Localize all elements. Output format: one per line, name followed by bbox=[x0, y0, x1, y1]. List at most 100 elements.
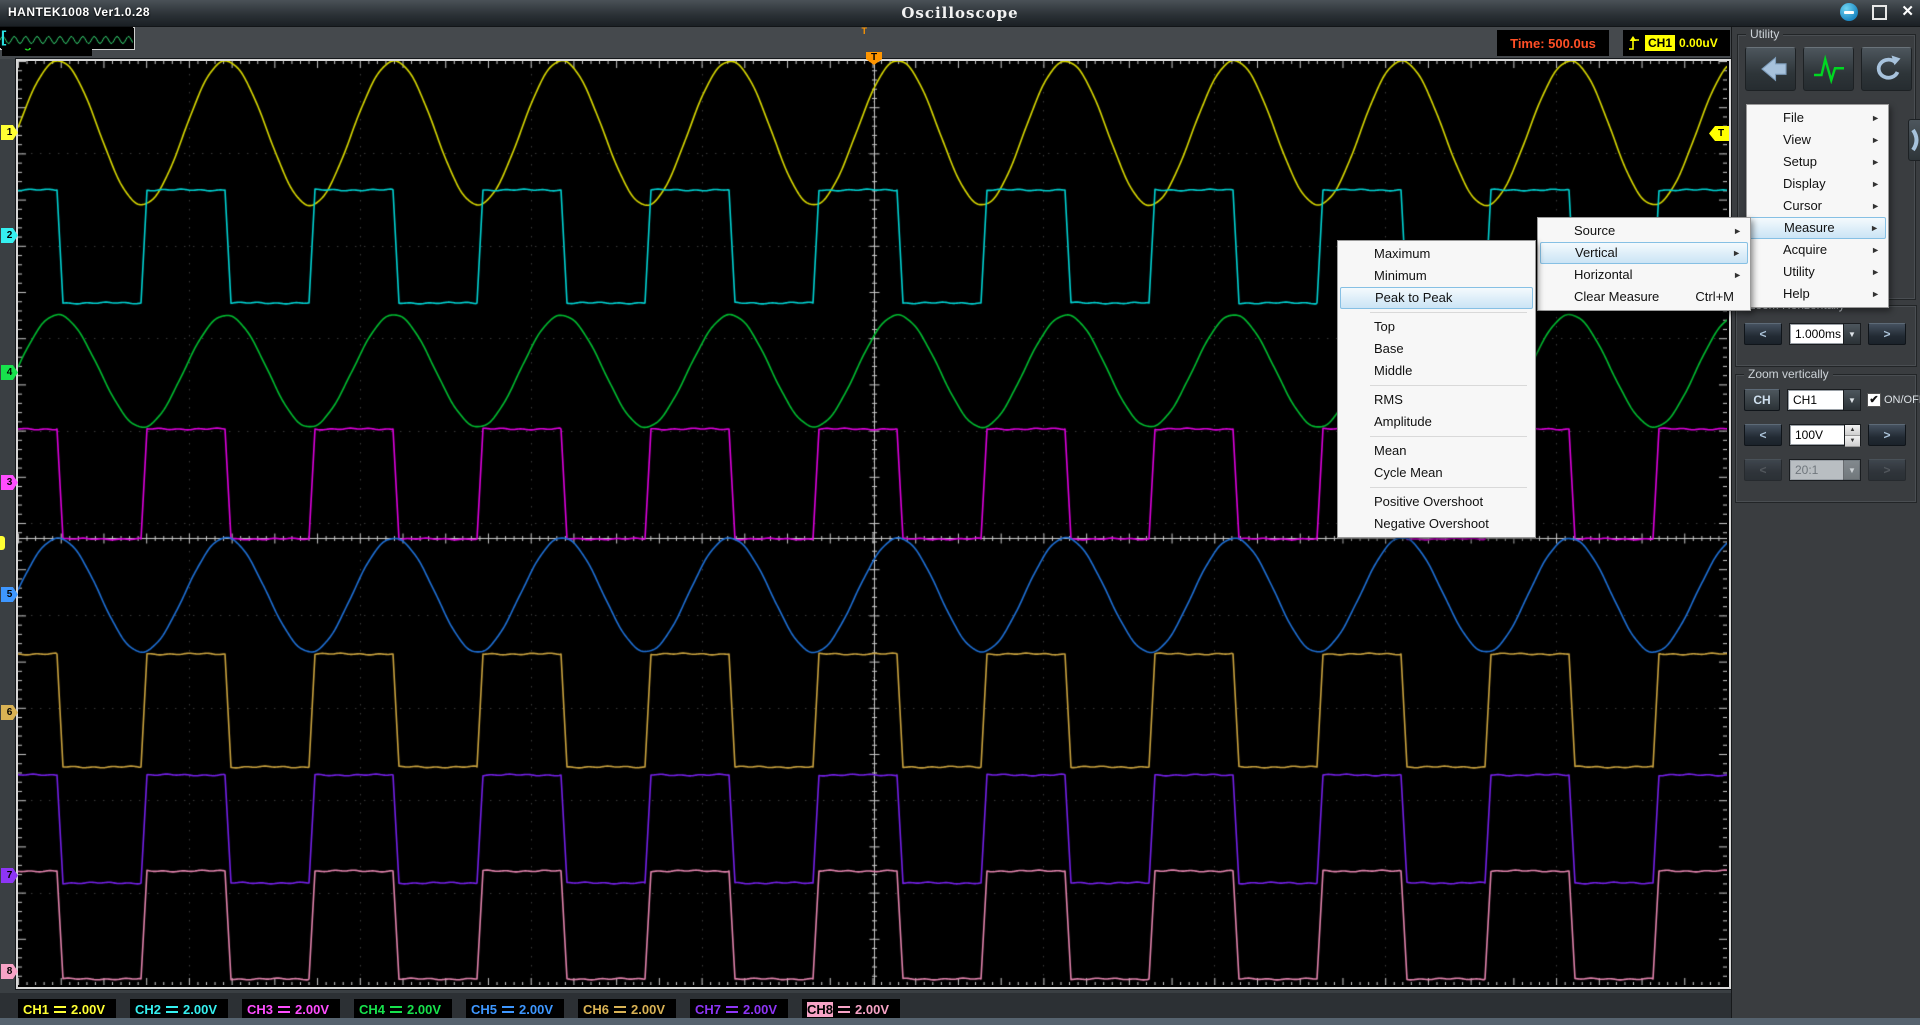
channel-combo[interactable]: CH1 ▼ bbox=[1787, 389, 1861, 411]
volts-decrease-button[interactable]: < bbox=[1744, 424, 1782, 446]
onoff-label: ON/OFF bbox=[1884, 394, 1920, 406]
channel-name: CH3 bbox=[247, 1002, 273, 1017]
volts-per-div: 2.00V bbox=[855, 1002, 889, 1017]
measure-type-peak-to-peak[interactable]: Peak to Peak bbox=[1340, 287, 1533, 309]
chevron-down-icon: ▼ bbox=[1843, 460, 1860, 480]
measure-type-mean[interactable]: Mean bbox=[1340, 440, 1533, 462]
channel-select-button[interactable]: CH bbox=[1744, 389, 1780, 411]
zoom-horizontal-groupbox: Zoom Horizontally < 1.000ms ▼ > bbox=[1735, 305, 1917, 367]
menu-item-utility[interactable]: Utility ► bbox=[1749, 261, 1886, 283]
measure-type-middle[interactable]: Middle bbox=[1340, 360, 1533, 382]
utility-groupbox-label: Utility bbox=[1746, 27, 1783, 41]
measure-type-base[interactable]: Base bbox=[1340, 338, 1533, 360]
menu-item-label: Acquire bbox=[1783, 239, 1827, 260]
ratio-increase-button: > bbox=[1868, 459, 1906, 481]
dc-coupling-icon bbox=[278, 1005, 290, 1014]
hidden-toolbar-button[interactable] bbox=[1908, 119, 1920, 161]
channel-label-ch1[interactable]: CH12.00V bbox=[18, 999, 116, 1020]
submenu-item-clear-measure[interactable]: Clear MeasureCtrl+M bbox=[1540, 286, 1748, 308]
preview-left-bracket-icon[interactable]: [ bbox=[1, 28, 6, 48]
menu-item-label: Peak to Peak bbox=[1375, 288, 1452, 307]
channel-label-ch4[interactable]: CH42.00V bbox=[354, 999, 452, 1020]
measure-type-positive-overshoot[interactable]: Positive Overshoot bbox=[1340, 491, 1533, 513]
timebase-combo[interactable]: 1.000ms ▼ bbox=[1789, 323, 1861, 345]
channel-label-ch8[interactable]: CH8 2.00V bbox=[802, 999, 900, 1020]
spin-down-icon[interactable]: ▼ bbox=[1845, 436, 1860, 447]
maximize-icon[interactable] bbox=[1872, 5, 1887, 20]
dc-coupling-icon bbox=[614, 1005, 626, 1014]
measure-types-submenu: MaximumMinimumPeak to Peak TopBaseMiddle R… bbox=[1337, 240, 1536, 538]
menu-item-label: Negative Overshoot bbox=[1374, 513, 1489, 534]
channel-onoff-checkbox[interactable]: ✔ bbox=[1867, 393, 1881, 407]
channel-label-ch5[interactable]: CH52.00V bbox=[466, 999, 564, 1020]
menu-item-cursor[interactable]: Cursor ► bbox=[1749, 195, 1886, 217]
channel-offset-sliver[interactable] bbox=[0, 536, 5, 550]
channel-name: CH8 bbox=[807, 1002, 833, 1017]
submenu-arrow-icon: ► bbox=[1870, 219, 1879, 238]
timebase-value: 1.000ms bbox=[1790, 324, 1843, 344]
channel-name: CH7 bbox=[695, 1002, 721, 1017]
measure-type-top[interactable]: Top bbox=[1340, 316, 1533, 338]
submenu-arrow-icon: ► bbox=[1871, 196, 1880, 217]
volts-per-div: 2.00V bbox=[183, 1002, 217, 1017]
measure-type-maximum[interactable]: Maximum bbox=[1340, 243, 1533, 265]
submenu-arrow-icon: ► bbox=[1871, 262, 1880, 283]
menu-item-label: Cursor bbox=[1783, 195, 1822, 216]
chevron-down-icon[interactable]: ▼ bbox=[1843, 390, 1860, 410]
spin-up-icon[interactable]: ▲ bbox=[1845, 425, 1860, 436]
menu-item-acquire[interactable]: Acquire► bbox=[1749, 239, 1886, 261]
timebase-decrease-button[interactable]: < bbox=[1744, 323, 1782, 345]
volts-value: 100V bbox=[1790, 425, 1844, 445]
menu-item-label: Display bbox=[1783, 173, 1826, 194]
menu-item-help[interactable]: Help► bbox=[1749, 283, 1886, 305]
dc-coupling-icon bbox=[390, 1005, 402, 1014]
title-bar: HANTEK1008 Ver1.0.28 Oscilloscope ✕ bbox=[0, 0, 1920, 27]
measure-type-negative-overshoot[interactable]: Negative Overshoot bbox=[1340, 513, 1533, 535]
submenu-item-source[interactable]: Source► bbox=[1540, 220, 1748, 242]
preview-trigger-marker-icon[interactable]: T bbox=[862, 26, 868, 36]
channel-name: CH1 bbox=[23, 1002, 49, 1017]
menu-item-file[interactable]: File ► bbox=[1749, 107, 1886, 129]
channel-name: CH2 bbox=[135, 1002, 161, 1017]
timebase-increase-button[interactable]: > bbox=[1868, 323, 1906, 345]
channel-label-ch2[interactable]: CH2 2.00V bbox=[130, 999, 228, 1020]
menu-item-label: Positive Overshoot bbox=[1374, 491, 1483, 512]
submenu-item-horizontal[interactable]: Horizontal► bbox=[1540, 264, 1748, 286]
back-button[interactable] bbox=[1745, 47, 1796, 91]
channel-label-ch6[interactable]: CH62.00V bbox=[578, 999, 676, 1020]
close-icon[interactable]: ✕ bbox=[1901, 3, 1914, 21]
measure-type-rms[interactable]: RMS bbox=[1340, 389, 1533, 411]
acquisition-preview[interactable]: [ ] T bbox=[0, 27, 135, 50]
chevron-down-icon[interactable]: ▼ bbox=[1843, 324, 1860, 344]
dc-coupling-icon bbox=[726, 1005, 738, 1014]
measure-type-minimum[interactable]: Minimum bbox=[1340, 265, 1533, 287]
channel-label-ch7[interactable]: CH72.00V bbox=[690, 999, 788, 1020]
minimize-icon[interactable] bbox=[1840, 3, 1858, 21]
refresh-button[interactable] bbox=[1861, 47, 1912, 91]
menu-item-label: Mean bbox=[1374, 440, 1407, 461]
channel-label-ch3[interactable]: CH32.00V bbox=[242, 999, 340, 1020]
autoset-button[interactable] bbox=[1803, 47, 1854, 91]
volts-spinner[interactable]: 100V ▲ ▼ bbox=[1789, 424, 1861, 446]
submenu-arrow-icon: ► bbox=[1871, 174, 1880, 195]
menu-item-label: Utility bbox=[1783, 261, 1815, 282]
submenu-item-vertical[interactable]: Vertical► bbox=[1540, 242, 1748, 264]
menu-item-display[interactable]: Display ► bbox=[1749, 173, 1886, 195]
oscilloscope-app: HANTEK1008 Ver1.0.28 Oscilloscope ✕ Trig… bbox=[0, 0, 1920, 1025]
menu-item-label: File bbox=[1783, 107, 1804, 128]
menu-separator bbox=[1370, 487, 1527, 488]
zoom-vertical-groupbox: Zoom vertically CH CH1 ▼ ✔ ON/OFF < 100V… bbox=[1735, 374, 1917, 503]
menu-item-view[interactable]: View► bbox=[1749, 129, 1886, 151]
menu-item-setup[interactable]: Setup► bbox=[1749, 151, 1886, 173]
window-title: Oscilloscope bbox=[0, 4, 1920, 22]
channel-name: CH5 bbox=[471, 1002, 497, 1017]
volts-increase-button[interactable]: > bbox=[1868, 424, 1906, 446]
menu-separator bbox=[1370, 436, 1527, 437]
menu-item-measure[interactable]: Measure► bbox=[1749, 217, 1886, 239]
measure-type-amplitude[interactable]: Amplitude bbox=[1340, 411, 1533, 433]
trigger-source-badge: CH1 bbox=[1645, 35, 1675, 51]
timebase-readout: Time: 500.0us bbox=[1497, 30, 1609, 56]
menu-item-label: RMS bbox=[1374, 389, 1403, 410]
measure-type-cycle-mean[interactable]: Cycle Mean bbox=[1340, 462, 1533, 484]
submenu-arrow-icon: ► bbox=[1871, 108, 1880, 129]
